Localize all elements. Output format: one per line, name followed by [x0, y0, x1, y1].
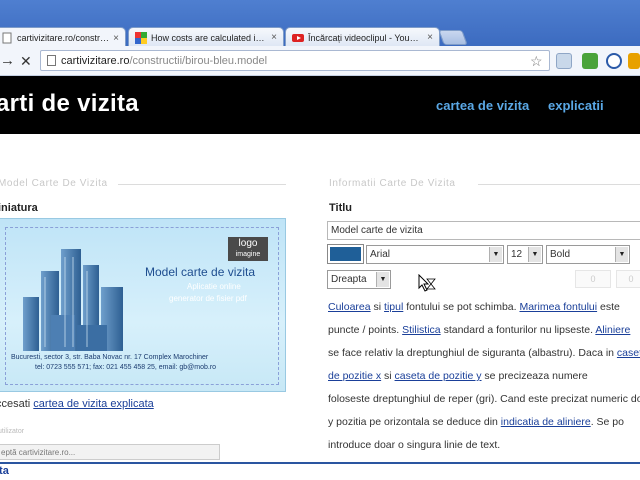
- card-line1-text: Aplicatie online: [187, 282, 241, 291]
- paragraph-text: fontului se pot schimba.: [403, 301, 520, 313]
- extension-window-icon[interactable]: [556, 53, 572, 69]
- tab-title: Încărcați videoclipul - YouTub: [308, 32, 424, 43]
- legend-informatii-carte: Informatii Carte De Vizita: [329, 178, 456, 189]
- paragraph-line: puncte / points. Stilistica standard a f…: [328, 319, 640, 342]
- help-link[interactable]: tipul: [384, 301, 403, 313]
- browser-toolbar: → ✕ cartivizitare.ro/constructii/birou-b…: [0, 46, 640, 76]
- access-line: ccesati cartea de vizita explicata: [0, 398, 154, 410]
- access-prefix: ccesati: [0, 398, 31, 410]
- paragraph-line: introduce doar o singura linie de text.: [328, 434, 640, 457]
- dropdown-arrow-icon: ▼: [489, 247, 502, 262]
- extension-plant-icon[interactable]: [582, 53, 598, 69]
- busy-cursor-icon: [418, 274, 436, 292]
- browser-tabstrip: cartivizitare.ro/constructi/bi × How cos…: [0, 0, 640, 48]
- bookmark-star-icon[interactable]: ☆: [530, 53, 543, 70]
- card-address-text: Bucuresti, sector 3, str. Baba Novac nr.…: [11, 354, 209, 361]
- paragraph-text: si: [370, 301, 385, 313]
- tab-google[interactable]: How costs are calculated in A ×: [128, 27, 284, 47]
- help-link[interactable]: Aliniere: [595, 324, 630, 336]
- url-host: cartivizitare.ro: [61, 54, 130, 67]
- business-card-preview: logo imagine Model carte de vizita Aplic…: [0, 218, 286, 392]
- close-icon[interactable]: ×: [427, 32, 433, 43]
- url-path: /constructii/birou-bleu.model: [129, 54, 268, 67]
- font-weight-select[interactable]: Bold ▼: [546, 245, 630, 264]
- extension-moon-icon[interactable]: [606, 53, 622, 69]
- help-paragraph: Culoarea si tipul fontului se pot schimb…: [328, 296, 640, 457]
- alignment-value: Dreapta: [331, 274, 367, 285]
- logo-sub-label: imagine: [235, 251, 261, 258]
- font-color-swatch[interactable]: [327, 244, 364, 264]
- help-link[interactable]: caseta de pozitie y: [395, 370, 482, 382]
- legend-divider: [478, 184, 640, 185]
- card-contact-text: tel: 0723 555 571; fax: 021 455 458 25, …: [35, 364, 217, 371]
- nav-link-explicatii[interactable]: explicatii: [548, 98, 604, 113]
- tab-title: cartivizitare.ro/constructi/bi: [17, 33, 110, 43]
- legend-divider: [118, 184, 286, 185]
- small-field-label: utilizator: [0, 428, 25, 435]
- close-icon[interactable]: ×: [271, 32, 277, 43]
- paragraph-text: . Se po: [590, 416, 624, 428]
- status-field[interactable]: eptă cartivizitare.ro...: [0, 444, 220, 460]
- google-icon: [135, 31, 147, 44]
- paragraph-text: y pozitia pe orizontala se deduce din: [328, 416, 501, 428]
- paragraph-text: se face relativ la dreptunghiul de sigur…: [328, 347, 617, 359]
- help-link[interactable]: caseta: [617, 347, 640, 359]
- miniatura-heading: iniatura: [0, 202, 38, 214]
- paragraph-text: foloseste dreptunghiul de reper (gri). C…: [328, 393, 640, 405]
- tab-cartivizitare[interactable]: cartivizitare.ro/constructi/bi ×: [0, 27, 126, 48]
- page-icon: [1, 32, 13, 44]
- paragraph-text: puncte / points.: [328, 324, 403, 336]
- help-link[interactable]: de pozitie x: [328, 370, 381, 382]
- paragraph-line: de pozitie x si caseta de pozitie y se p…: [328, 365, 640, 388]
- extension-icon[interactable]: [628, 53, 640, 69]
- paragraph-line: Culoarea si tipul fontului se pot schimb…: [328, 296, 640, 319]
- alignment-select[interactable]: Dreapta ▼: [327, 270, 391, 289]
- font-weight-value: Bold: [550, 249, 571, 260]
- font-size-value: 12: [511, 249, 523, 260]
- logo-label: logo: [238, 238, 258, 249]
- site-title: arti de vizita: [0, 90, 139, 117]
- position-y-input[interactable]: 0: [616, 270, 640, 288]
- paragraph-line: foloseste dreptunghiul de reper (gri). C…: [328, 388, 640, 411]
- paragraph-text: standard a fonturilor nu lipseste.: [440, 324, 596, 336]
- link-cartea-de-vizita-explicata[interactable]: cartea de vizita explicata: [33, 398, 153, 410]
- position-x-input[interactable]: 0: [575, 270, 611, 288]
- paragraph-text: introduce doar o singura linie de text.: [328, 439, 501, 451]
- tab-title: How costs are calculated in A: [151, 32, 268, 43]
- dropdown-arrow-icon: ▼: [376, 272, 389, 287]
- card-line2-text: generator de fisier pdf: [169, 294, 247, 303]
- page-icon: [47, 55, 56, 66]
- bottom-section: ita: [0, 462, 640, 480]
- address-bar[interactable]: cartivizitare.ro/constructii/birou-bleu.…: [40, 50, 550, 71]
- titlu-heading: Titlu: [329, 202, 353, 214]
- site-header: arti de vizita cartea de vizita explicat…: [0, 76, 640, 134]
- paragraph-line: se face relativ la dreptunghiul de sigur…: [328, 342, 640, 365]
- help-link[interactable]: Marimea fontului: [519, 301, 597, 313]
- paragraph-text: si: [381, 370, 395, 382]
- title-text-input[interactable]: Model carte de vizita: [327, 221, 640, 240]
- font-family-select[interactable]: Arial ▼: [366, 245, 504, 264]
- paragraph-text: este: [597, 301, 620, 313]
- logo-placeholder: logo imagine: [228, 237, 268, 261]
- forward-button[interactable]: →: [0, 52, 15, 70]
- font-size-select[interactable]: 12 ▼: [507, 245, 543, 264]
- dropdown-arrow-icon: ▼: [528, 247, 541, 262]
- legend-model-carte: Model Carte De Vizita: [0, 178, 108, 189]
- youtube-icon: [292, 32, 304, 44]
- nav-link-cartea-de-vizita[interactable]: cartea de vizita: [436, 98, 529, 113]
- font-family-value: Arial: [370, 249, 391, 260]
- tab-youtube[interactable]: Încărcați videoclipul - YouTub ×: [285, 27, 440, 47]
- close-icon[interactable]: ×: [113, 33, 119, 44]
- help-link[interactable]: Culoarea: [328, 301, 371, 313]
- help-link[interactable]: indicatia de aliniere: [501, 416, 591, 428]
- help-link[interactable]: Stilistica: [402, 324, 441, 336]
- paragraph-line: y pozitia pe orizontala se deduce din in…: [328, 411, 640, 434]
- paragraph-text: se precizeaza numere: [481, 370, 588, 382]
- new-tab-button[interactable]: [438, 30, 468, 45]
- dropdown-arrow-icon: ▼: [615, 247, 628, 262]
- stop-button[interactable]: ✕: [20, 52, 32, 70]
- card-title-text: Model carte de vizita: [145, 265, 256, 279]
- bottom-heading: ita: [0, 465, 9, 477]
